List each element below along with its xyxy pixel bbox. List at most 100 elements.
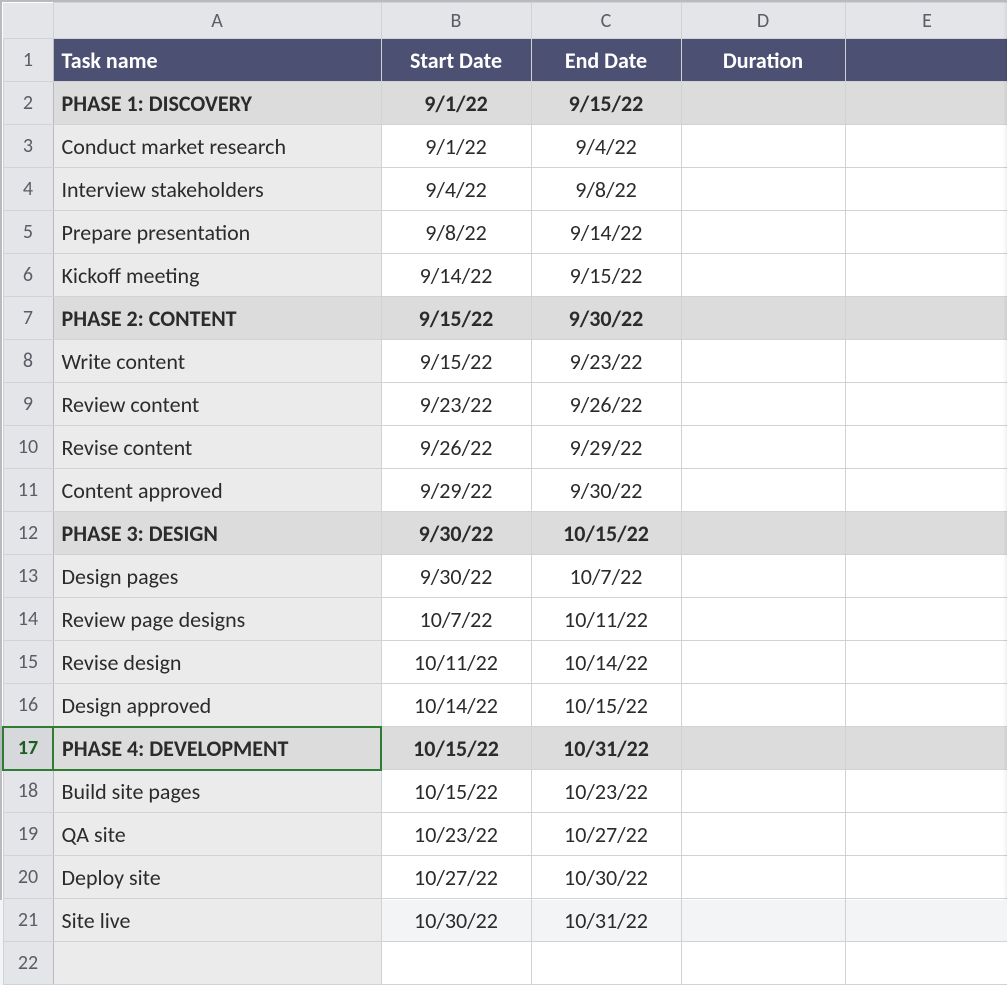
cell-E1[interactable]: [845, 39, 1007, 82]
cell-E22[interactable]: [845, 942, 1007, 985]
cell-B1[interactable]: Start Date: [381, 39, 531, 82]
cell-D8[interactable]: [681, 340, 845, 383]
cell-E17[interactable]: [845, 727, 1007, 770]
cell-B16[interactable]: 10/14/22: [381, 684, 531, 727]
cell-C3[interactable]: 9/4/22: [531, 125, 681, 168]
cell-E21[interactable]: [845, 899, 1007, 942]
row-header-20[interactable]: 20: [3, 856, 53, 899]
cell-C9[interactable]: 9/26/22: [531, 383, 681, 426]
row-header-16[interactable]: 16: [3, 684, 53, 727]
cell-C16[interactable]: 10/15/22: [531, 684, 681, 727]
cell-D22[interactable]: [681, 942, 845, 985]
cell-D1[interactable]: Duration: [681, 39, 845, 82]
row-header-21[interactable]: 21: [3, 899, 53, 942]
row-header-5[interactable]: 5: [3, 211, 53, 254]
cell-C10[interactable]: 9/29/22: [531, 426, 681, 469]
cell-B11[interactable]: 9/29/22: [381, 469, 531, 512]
cell-C21[interactable]: 10/31/22: [531, 899, 681, 942]
cell-E20[interactable]: [845, 856, 1007, 899]
cell-E6[interactable]: [845, 254, 1007, 297]
cell-B22[interactable]: [381, 942, 531, 985]
cell-D7[interactable]: [681, 297, 845, 340]
cell-B7[interactable]: 9/15/22: [381, 297, 531, 340]
cell-A4[interactable]: Interview stakeholders: [53, 168, 381, 211]
cell-B6[interactable]: 9/14/22: [381, 254, 531, 297]
row-header-14[interactable]: 14: [3, 598, 53, 641]
row-header-19[interactable]: 19: [3, 813, 53, 856]
cell-D6[interactable]: [681, 254, 845, 297]
cell-E16[interactable]: [845, 684, 1007, 727]
cell-C18[interactable]: 10/23/22: [531, 770, 681, 813]
cell-C7[interactable]: 9/30/22: [531, 297, 681, 340]
cell-A14[interactable]: Review page designs: [53, 598, 381, 641]
cell-A5[interactable]: Prepare presentation: [53, 211, 381, 254]
cell-D18[interactable]: [681, 770, 845, 813]
cell-E10[interactable]: [845, 426, 1007, 469]
cell-E11[interactable]: [845, 469, 1007, 512]
cell-A15[interactable]: Revise design: [53, 641, 381, 684]
row-header-3[interactable]: 3: [3, 125, 53, 168]
cell-B15[interactable]: 10/11/22: [381, 641, 531, 684]
cell-D11[interactable]: [681, 469, 845, 512]
cell-E18[interactable]: [845, 770, 1007, 813]
row-header-12[interactable]: 12: [3, 512, 53, 555]
cell-A20[interactable]: Deploy site: [53, 856, 381, 899]
row-header-7[interactable]: 7: [3, 297, 53, 340]
cell-D5[interactable]: [681, 211, 845, 254]
col-header-B[interactable]: B: [381, 3, 531, 39]
cell-C20[interactable]: 10/30/22: [531, 856, 681, 899]
cell-D19[interactable]: [681, 813, 845, 856]
cell-C2[interactable]: 9/15/22: [531, 82, 681, 125]
cell-C14[interactable]: 10/11/22: [531, 598, 681, 641]
cell-D15[interactable]: [681, 641, 845, 684]
cell-A22[interactable]: [53, 942, 381, 985]
cell-E7[interactable]: [845, 297, 1007, 340]
cell-A11[interactable]: Content approved: [53, 469, 381, 512]
cell-A21[interactable]: Site live: [53, 899, 381, 942]
cell-D21[interactable]: [681, 899, 845, 942]
cell-D13[interactable]: [681, 555, 845, 598]
cell-B14[interactable]: 10/7/22: [381, 598, 531, 641]
select-all-corner[interactable]: [3, 3, 53, 39]
cell-C12[interactable]: 10/15/22: [531, 512, 681, 555]
cell-B8[interactable]: 9/15/22: [381, 340, 531, 383]
cell-E12[interactable]: [845, 512, 1007, 555]
cell-B4[interactable]: 9/4/22: [381, 168, 531, 211]
cell-A12[interactable]: PHASE 3: DESIGN: [53, 512, 381, 555]
cell-A6[interactable]: Kickoff meeting: [53, 254, 381, 297]
cell-C4[interactable]: 9/8/22: [531, 168, 681, 211]
cell-E14[interactable]: [845, 598, 1007, 641]
row-header-15[interactable]: 15: [3, 641, 53, 684]
cell-C15[interactable]: 10/14/22: [531, 641, 681, 684]
cell-E3[interactable]: [845, 125, 1007, 168]
cell-A10[interactable]: Revise content: [53, 426, 381, 469]
cell-C1[interactable]: End Date: [531, 39, 681, 82]
row-header-11[interactable]: 11: [3, 469, 53, 512]
grid[interactable]: A B C D E 1Task nameStart DateEnd DateDu…: [2, 2, 1007, 985]
cell-D20[interactable]: [681, 856, 845, 899]
row-header-22[interactable]: 22: [3, 942, 53, 985]
cell-C5[interactable]: 9/14/22: [531, 211, 681, 254]
cell-E19[interactable]: [845, 813, 1007, 856]
cell-E8[interactable]: [845, 340, 1007, 383]
cell-B2[interactable]: 9/1/22: [381, 82, 531, 125]
cell-C17[interactable]: 10/31/22: [531, 727, 681, 770]
cell-B18[interactable]: 10/15/22: [381, 770, 531, 813]
row-header-13[interactable]: 13: [3, 555, 53, 598]
cell-E13[interactable]: [845, 555, 1007, 598]
cell-E4[interactable]: [845, 168, 1007, 211]
cell-A9[interactable]: Review content: [53, 383, 381, 426]
cell-D17[interactable]: [681, 727, 845, 770]
cell-A13[interactable]: Design pages: [53, 555, 381, 598]
cell-B13[interactable]: 9/30/22: [381, 555, 531, 598]
col-header-E[interactable]: E: [845, 3, 1007, 39]
cell-C13[interactable]: 10/7/22: [531, 555, 681, 598]
cell-A18[interactable]: Build site pages: [53, 770, 381, 813]
cell-D10[interactable]: [681, 426, 845, 469]
cell-A16[interactable]: Design approved: [53, 684, 381, 727]
col-header-D[interactable]: D: [681, 3, 845, 39]
cell-B19[interactable]: 10/23/22: [381, 813, 531, 856]
cell-B21[interactable]: 10/30/22: [381, 899, 531, 942]
cell-C11[interactable]: 9/30/22: [531, 469, 681, 512]
cell-C19[interactable]: 10/27/22: [531, 813, 681, 856]
